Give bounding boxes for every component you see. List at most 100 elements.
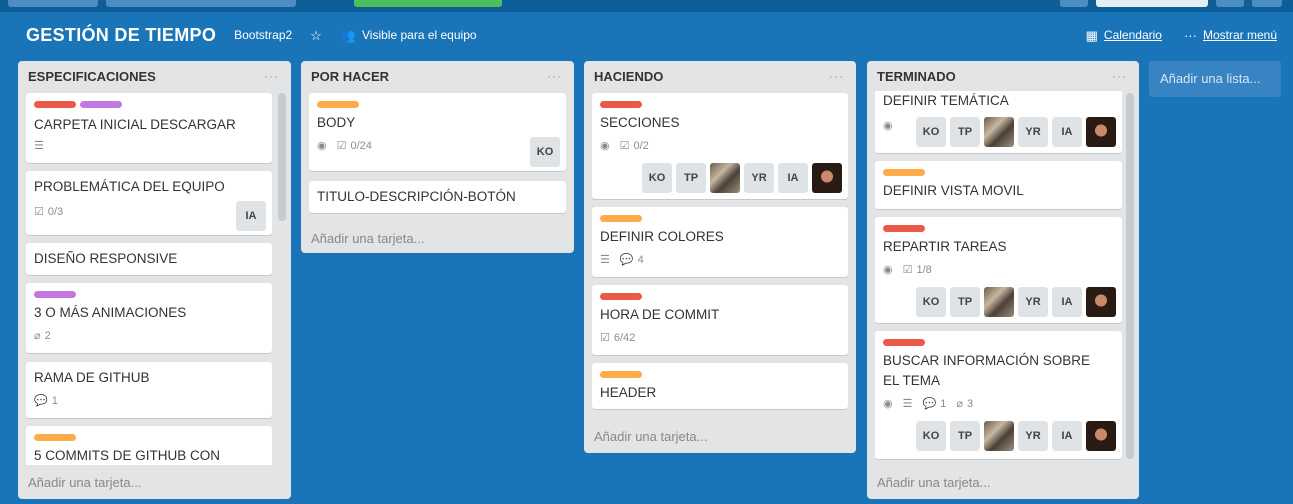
list-menu-icon[interactable]: ···	[547, 69, 562, 83]
card-title: HEADER	[600, 385, 657, 400]
card[interactable]: HEADER	[592, 363, 848, 409]
card[interactable]: DEFINIR VISTA MOVIL	[875, 161, 1122, 209]
member-avatar[interactable]: KO	[916, 287, 946, 317]
header-button[interactable]	[1096, 0, 1208, 7]
checklist-icon: ☑	[902, 264, 913, 276]
list-title[interactable]: TERMINADO	[877, 69, 956, 84]
card[interactable]: DEFINIR TEMÁTICA ◉ KO TP YR IA	[875, 91, 1122, 153]
card[interactable]: BUSCAR INFORMACIÓN SOBRE EL TEMA ◉ ☰ 💬 1 …	[875, 331, 1122, 459]
list-menu-icon[interactable]: ···	[829, 69, 844, 83]
card-title: DEFINIR COLORES	[600, 229, 724, 244]
label-red	[883, 225, 925, 232]
card-title: 5 COMMITS DE GITHUB CON	[34, 448, 221, 463]
calendar-icon: ▦	[1085, 27, 1098, 43]
star-icon[interactable]: ☆	[310, 29, 322, 42]
member-avatar[interactable]: TP	[676, 163, 706, 193]
card[interactable]: DISEÑO RESPONSIVE	[26, 243, 272, 275]
member-avatar[interactable]: KO	[530, 137, 560, 167]
member-avatar[interactable]: YR	[1018, 287, 1048, 317]
header-search[interactable]	[106, 0, 296, 7]
card[interactable]: PROBLEMÁTICA DEL EQUIPO ☑ 0/3 IA	[26, 171, 272, 235]
card[interactable]: DEFINIR COLORES ☰ 💬 4	[592, 207, 848, 277]
comment-icon: 💬	[619, 254, 634, 266]
member-avatar-photo[interactable]	[984, 117, 1014, 147]
add-list-button[interactable]: Añadir una lista...	[1149, 61, 1281, 97]
team-name[interactable]: Bootstrap2	[234, 28, 292, 42]
member-avatar-photo[interactable]	[1086, 287, 1116, 317]
checklist-icon: ☑	[34, 206, 44, 218]
add-card-link[interactable]: Añadir una tarjeta...	[594, 429, 707, 444]
member-avatar-photo[interactable]	[710, 163, 740, 193]
card[interactable]: CARPETA INICIAL DESCARGAR ☰	[26, 93, 272, 163]
member-avatar-photo[interactable]	[984, 421, 1014, 451]
card[interactable]: 5 COMMITS DE GITHUB CON	[26, 426, 272, 465]
checklist-count: 0/2	[633, 139, 649, 152]
card-title: TITULO-DESCRIPCIÓN-BOTÓN	[317, 189, 516, 204]
add-card-link[interactable]: Añadir una tarjeta...	[28, 475, 141, 490]
board-title[interactable]: GESTIÓN DE TIEMPO	[26, 25, 216, 46]
member-avatar-photo[interactable]	[1086, 117, 1116, 147]
visibility-button[interactable]: 👥 Visible para el equipo	[340, 28, 477, 42]
list-menu-icon[interactable]: ···	[1112, 69, 1127, 83]
member-avatar[interactable]: IA	[236, 201, 266, 231]
label-orange	[317, 101, 359, 108]
show-menu-button[interactable]: ··· Mostrar menú	[1184, 28, 1277, 42]
member-avatar[interactable]: IA	[1052, 117, 1082, 147]
list-title[interactable]: ESPECIFICACIONES	[28, 69, 156, 84]
card[interactable]: 3 O MÁS ANIMACIONES ⌀ 2	[26, 283, 272, 353]
list-title[interactable]: POR HACER	[311, 69, 389, 84]
member-avatar[interactable]: KO	[642, 163, 672, 193]
label-red	[600, 101, 642, 108]
card[interactable]: REPARTIR TAREAS ◉ ☑ 1/8 KO TP YR IA	[875, 217, 1122, 323]
list-title[interactable]: HACIENDO	[594, 69, 663, 84]
member-avatar-photo[interactable]	[984, 287, 1014, 317]
label-orange	[600, 215, 642, 222]
calendar-button[interactable]: ▦ Calendario	[1086, 28, 1162, 42]
member-avatar[interactable]: KO	[916, 421, 946, 451]
card[interactable]: SECCIONES ◉ ☑ 0/2 KO TP YR IA	[592, 93, 848, 199]
checklist-icon: ☑	[619, 140, 630, 152]
comment-icon: 💬	[34, 395, 48, 407]
list-por-hacer: POR HACER ··· BODY ◉ ☑ 0/24 KO TITULO-DES…	[301, 61, 574, 253]
header-button[interactable]	[8, 0, 98, 7]
member-avatar[interactable]: TP	[950, 287, 980, 317]
header-button[interactable]	[1216, 0, 1244, 7]
member-avatar[interactable]: IA	[1052, 421, 1082, 451]
list-especificaciones: ESPECIFICACIONES ··· CARPETA INICIAL DES…	[18, 61, 291, 499]
add-card-link[interactable]: Añadir una tarjeta...	[311, 231, 424, 246]
header-button[interactable]	[1252, 0, 1282, 7]
header-button-green[interactable]	[354, 0, 502, 7]
add-card-link[interactable]: Añadir una tarjeta...	[877, 475, 990, 490]
member-avatar-photo[interactable]	[1086, 421, 1116, 451]
member-avatar[interactable]: YR	[1018, 421, 1048, 451]
list-scrollbar[interactable]	[278, 93, 286, 221]
list-terminado: TERMINADO ··· DEFINIR TEMÁTICA ◉ KO TP Y…	[867, 61, 1139, 499]
top-header-strip	[0, 0, 1293, 12]
label-orange	[34, 434, 76, 441]
member-avatar[interactable]: KO	[916, 117, 946, 147]
member-avatar[interactable]: IA	[778, 163, 808, 193]
card[interactable]: RAMA DE GITHUB 💬 1	[26, 362, 272, 418]
watch-icon: ◉	[883, 120, 893, 132]
card[interactable]: TITULO-DESCRIPCIÓN-BOTÓN	[309, 181, 566, 213]
list-menu-icon[interactable]: ···	[264, 69, 279, 83]
show-menu-link[interactable]: Mostrar menú	[1203, 28, 1277, 42]
member-avatar-photo[interactable]	[812, 163, 842, 193]
member-avatar[interactable]: YR	[744, 163, 774, 193]
member-avatar[interactable]: TP	[950, 421, 980, 451]
member-avatar[interactable]: TP	[950, 117, 980, 147]
card[interactable]: BODY ◉ ☑ 0/24 KO	[309, 93, 566, 171]
member-avatar[interactable]: YR	[1018, 117, 1048, 147]
card[interactable]: HORA DE COMMIT ☑ 6/42	[592, 285, 848, 355]
checklist-count: 6/42	[613, 331, 636, 344]
card-title: RAMA DE GITHUB	[34, 370, 150, 385]
member-avatar[interactable]: IA	[1052, 287, 1082, 317]
comment-icon: 💬	[922, 398, 937, 410]
calendar-link[interactable]: Calendario	[1104, 28, 1162, 42]
team-icon: 👥	[339, 27, 357, 43]
card-title: HORA DE COMMIT	[600, 307, 720, 322]
comment-count: 1	[51, 394, 58, 407]
header-button[interactable]	[1060, 0, 1088, 7]
list-scrollbar[interactable]	[1126, 93, 1134, 459]
label-purple	[34, 291, 76, 298]
